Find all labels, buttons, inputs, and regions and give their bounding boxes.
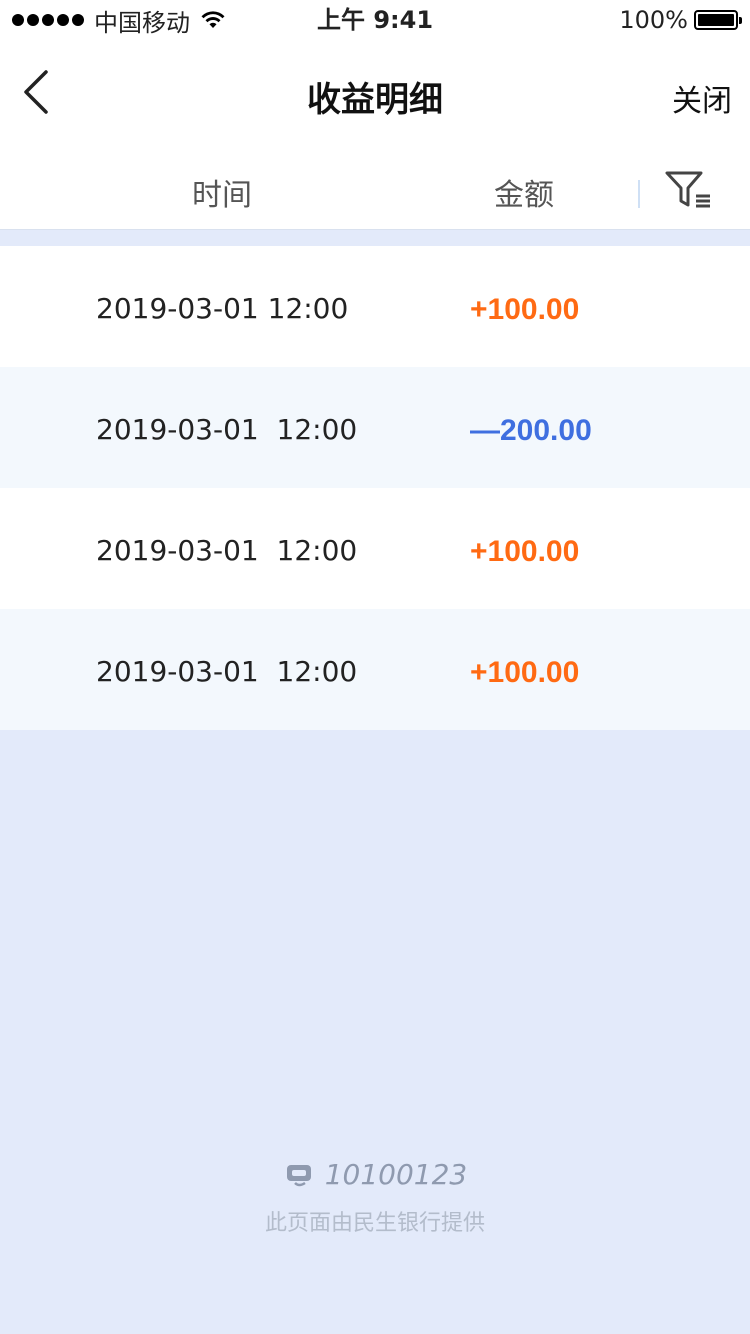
- row-time: 2019-03-01 12:00: [96, 292, 349, 325]
- row-time: 2019-03-01 12:00: [96, 413, 358, 446]
- row-amount: +100.00: [470, 535, 580, 568]
- close-button[interactable]: 关闭: [672, 76, 732, 120]
- row-amount: +100.00: [470, 656, 580, 689]
- battery-icon: [694, 10, 742, 30]
- column-time-header[interactable]: 时间: [192, 170, 252, 214]
- provider-text: 此页面由民生银行提供: [264, 1210, 485, 1236]
- table-row[interactable]: 2019-03-01 12:00 +100.00: [0, 488, 750, 609]
- customer-service-icon: [283, 1161, 315, 1189]
- status-bar: 中国移动 上午 9:41 100%: [0, 0, 750, 40]
- page-title: 收益明细: [307, 80, 443, 120]
- hotline[interactable]: 10100123: [283, 1158, 468, 1191]
- row-amount: —200.00: [470, 414, 592, 447]
- status-bar-right: 100%: [619, 6, 742, 34]
- filter-list-icon: [665, 171, 710, 208]
- table-row[interactable]: 2019-03-01 12:00 +100.00: [0, 246, 750, 367]
- hotline-number: 10100123: [324, 1158, 468, 1191]
- column-amount-header[interactable]: 金额: [494, 170, 554, 214]
- footer: 10100123 此页面由民生银行提供: [0, 1158, 750, 1237]
- filter-button[interactable]: [664, 170, 712, 210]
- battery-percentage: 100%: [619, 6, 688, 34]
- transaction-list: 2019-03-01 12:00 +100.00 2019-03-01 12:0…: [0, 246, 750, 730]
- row-time: 2019-03-01 12:00: [96, 534, 358, 567]
- navigation-bar: 收益明细 关闭: [0, 40, 750, 148]
- table-row[interactable]: 2019-03-01 12:00 —200.00: [0, 367, 750, 488]
- row-amount: +100.00: [470, 293, 580, 326]
- column-header: 时间 金额: [0, 148, 750, 230]
- header-divider: [638, 180, 640, 208]
- table-row[interactable]: 2019-03-01 12:00 +100.00: [0, 609, 750, 730]
- row-time: 2019-03-01 12:00: [96, 655, 358, 688]
